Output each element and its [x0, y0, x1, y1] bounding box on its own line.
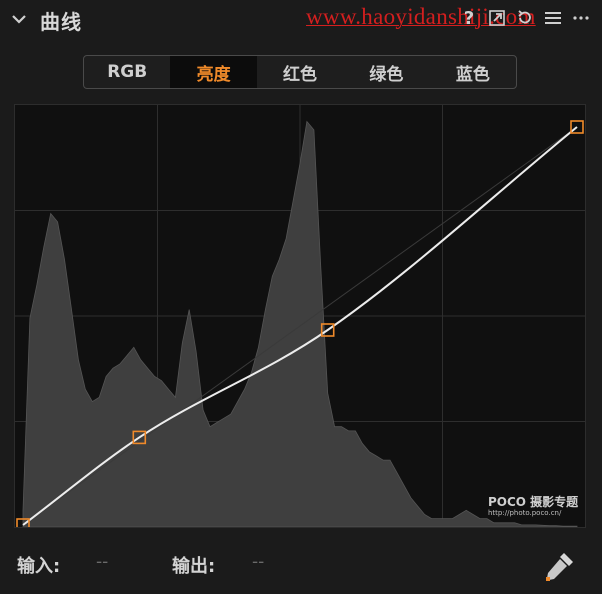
input-label: 输入:	[17, 556, 61, 577]
eyedropper-icon[interactable]	[543, 549, 577, 583]
tab-red[interactable]: 红色	[257, 56, 343, 88]
reset-icon[interactable]	[514, 6, 536, 30]
io-footer: 输入: -- 输出: --	[0, 545, 602, 585]
menu-icon[interactable]	[542, 6, 564, 30]
curves-panel: 曲线 www.haoyidanshiji.com ? RGB 亮度 红色 绿色 …	[0, 0, 602, 594]
tab-blue[interactable]: 蓝色	[430, 56, 516, 88]
expand-icon[interactable]	[486, 6, 508, 30]
help-icon[interactable]: ?	[458, 6, 480, 30]
input-value[interactable]: --	[96, 552, 108, 572]
panel-title: 曲线	[40, 10, 82, 34]
chevron-down-icon[interactable]	[8, 8, 30, 30]
more-icon[interactable]	[570, 6, 592, 30]
header-icons: ?	[458, 6, 592, 30]
histogram	[22, 120, 578, 527]
tab-green[interactable]: 绿色	[343, 56, 429, 88]
curve-graph[interactable]	[14, 104, 586, 528]
curve-canvas[interactable]	[15, 105, 585, 527]
output-value[interactable]: --	[252, 552, 264, 572]
tab-luminance[interactable]: 亮度	[170, 56, 257, 88]
channel-tabs: RGB 亮度 红色 绿色 蓝色	[83, 55, 517, 89]
tab-rgb[interactable]: RGB	[84, 56, 170, 88]
panel-header: 曲线 www.haoyidanshiji.com ?	[0, 0, 602, 40]
output-label: 输出:	[172, 556, 216, 577]
